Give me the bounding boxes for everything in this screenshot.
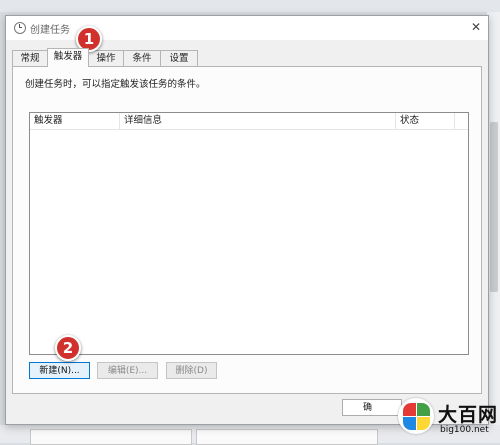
- column-header-trigger[interactable]: 触发器: [30, 113, 120, 129]
- tab-triggers[interactable]: 触发器: [47, 48, 89, 67]
- tab-general[interactable]: 常规: [12, 50, 48, 66]
- delete-trigger-button[interactable]: 删除(D): [166, 362, 217, 379]
- edit-trigger-button[interactable]: 编辑(E)...: [97, 362, 158, 379]
- new-trigger-button[interactable]: 新建(N)...: [29, 362, 90, 379]
- list-header: 触发器 详细信息 状态: [30, 113, 468, 130]
- close-icon[interactable]: ✕: [469, 20, 483, 34]
- watermark: 大百网 big100.net: [386, 392, 500, 443]
- column-header-details[interactable]: 详细信息: [120, 113, 396, 129]
- tab-conditions[interactable]: 条件: [123, 50, 161, 66]
- watermark-title: 大百网: [438, 404, 499, 426]
- scrollbar-thumb: [490, 122, 498, 292]
- tab-settings[interactable]: 设置: [160, 50, 198, 66]
- background-window-top: [0, 0, 500, 12]
- clock-icon: [14, 22, 26, 34]
- watermark-url: big100.net: [440, 425, 489, 435]
- column-header-status[interactable]: 状态: [396, 113, 455, 129]
- create-task-dialog: 创建任务 ✕ 常规 触发器 操作 条件 设置 创建任务时，可以指定触发该任务的条…: [5, 15, 489, 425]
- dialog-title: 创建任务: [30, 25, 70, 36]
- watermark-logo-icon: [398, 398, 434, 434]
- tab-panel: 创建任务时，可以指定触发该任务的条件。 触发器 详细信息 状态 新建(N)...…: [12, 66, 482, 394]
- description-text: 创建任务时，可以指定触发该任务的条件。: [25, 79, 206, 90]
- tab-actions[interactable]: 操作: [88, 50, 124, 66]
- step-marker-2: 2: [55, 335, 81, 361]
- trigger-list[interactable]: 触发器 详细信息 状态: [29, 112, 469, 355]
